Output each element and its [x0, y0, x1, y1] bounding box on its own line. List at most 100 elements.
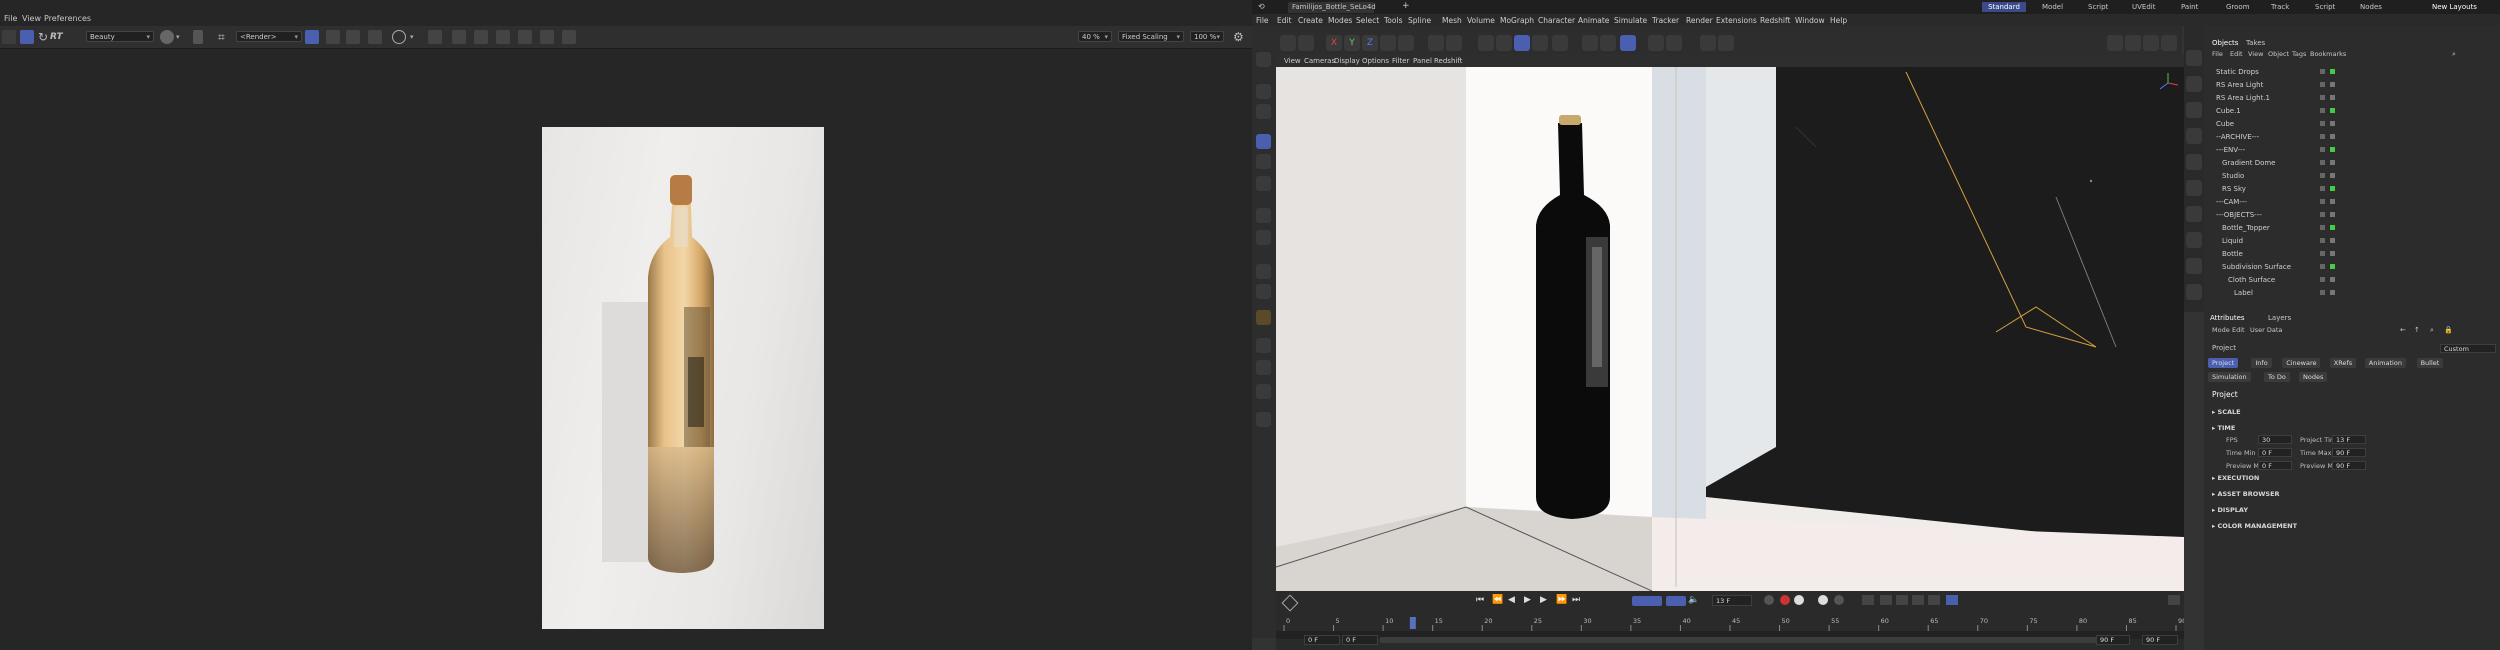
object-row[interactable]: ---OBJECTS---: [2204, 209, 2500, 221]
prev-key-icon[interactable]: ⏪: [1492, 595, 1503, 605]
compare-icon[interactable]: [518, 30, 532, 44]
undo-icon[interactable]: [1280, 35, 1296, 51]
field-value[interactable]: 90 F: [2332, 448, 2366, 457]
cloner-icon[interactable]: [2186, 154, 2202, 170]
attr-menu-item[interactable]: Edit: [2232, 326, 2245, 334]
layout-paint[interactable]: Paint: [2181, 3, 2198, 11]
lock-icon[interactable]: 🔒: [2444, 326, 2453, 334]
timeline-icon[interactable]: [2168, 595, 2180, 605]
select-icon[interactable]: [1256, 84, 1271, 99]
om-menu-item[interactable]: File: [2212, 50, 2223, 58]
menu-item[interactable]: Animate: [1578, 16, 1609, 25]
attr-tab-pill[interactable]: To Do: [2264, 372, 2290, 382]
zoom2-field[interactable]: 100 % ▾: [1190, 31, 1224, 42]
object-row[interactable]: --ARCHIVE---: [2204, 131, 2500, 143]
attr-tab-pill[interactable]: Nodes: [2299, 372, 2328, 382]
cube-icon[interactable]: [1398, 35, 1414, 51]
object-row[interactable]: Label: [2204, 287, 2500, 299]
viewport-menu-item[interactable]: Panel: [1413, 57, 1432, 65]
back-arrow-icon[interactable]: ←: [2400, 326, 2406, 334]
layout-track[interactable]: Track: [2271, 3, 2289, 11]
coord-icon[interactable]: [1380, 35, 1396, 51]
circle-icon[interactable]: [392, 30, 406, 44]
menu-item[interactable]: Edit: [1277, 16, 1292, 25]
object-row[interactable]: Cloth Surface: [2204, 274, 2500, 286]
viewport-menu-item[interactable]: Display: [1334, 57, 1360, 65]
field-value[interactable]: 90 F: [2332, 461, 2366, 470]
search-icon[interactable]: ⌕: [2430, 326, 2434, 335]
field-value[interactable]: 0 F: [2258, 461, 2292, 470]
scale-key-icon[interactable]: [1896, 595, 1908, 605]
snowflake-icon[interactable]: [346, 30, 360, 44]
preview-start-field[interactable]: 0 F: [1342, 635, 1378, 645]
axis-x-icon[interactable]: X: [1326, 35, 1342, 51]
preview-range-toggle[interactable]: [1666, 596, 1686, 606]
enable-check[interactable]: [2330, 160, 2335, 165]
enable-check[interactable]: [2330, 147, 2335, 152]
viewport[interactable]: [1276, 67, 2184, 591]
tab-layers[interactable]: Layers: [2268, 314, 2291, 322]
playhead[interactable]: [1409, 617, 1416, 629]
visibility-dot[interactable]: [2320, 251, 2325, 256]
record-key-icon[interactable]: [1764, 595, 1774, 605]
tab-attributes[interactable]: Attributes: [2210, 314, 2245, 322]
menu-item[interactable]: Mesh: [1442, 16, 1462, 25]
snowflake-region-icon[interactable]: [368, 30, 382, 44]
grid-snap-icon[interactable]: [1620, 35, 1636, 51]
scale-icon[interactable]: [1256, 176, 1271, 191]
om-menu-item[interactable]: Tags: [2292, 50, 2306, 58]
section-header[interactable]: ▸ TIME: [2212, 424, 2235, 432]
new-layouts-button[interactable]: New Layouts: [2432, 3, 2477, 11]
object-row[interactable]: Cube: [2204, 118, 2500, 130]
field-value[interactable]: 0 F: [2258, 448, 2292, 457]
menu-item[interactable]: Tools: [1384, 16, 1402, 25]
field-value[interactable]: 30: [2258, 435, 2292, 444]
magnet-icon[interactable]: [1256, 384, 1271, 399]
attr-menu-item[interactable]: User Data: [2250, 326, 2282, 334]
visibility-dot[interactable]: [2320, 69, 2325, 74]
viewport-menu-item[interactable]: Cameras: [1304, 57, 1335, 65]
object-row[interactable]: Gradient Dome: [2204, 157, 2500, 169]
object-row[interactable]: Bottle_Topper: [2204, 222, 2500, 234]
object-row[interactable]: ---CAM---: [2204, 196, 2500, 208]
menu-item[interactable]: Modes: [1328, 16, 1352, 25]
next-key-icon[interactable]: ⏩: [1556, 595, 1567, 605]
field-icon[interactable]: [2186, 206, 2202, 222]
rs-icon[interactable]: [1700, 35, 1716, 51]
enable-check[interactable]: [2330, 212, 2335, 217]
attr-tab-pill[interactable]: Simulation: [2208, 372, 2251, 382]
attr-tab-pill[interactable]: Project: [2208, 358, 2239, 368]
goto-end-icon[interactable]: ⏭: [1572, 595, 1580, 605]
timeline-ruler[interactable]: 0 5 10 15 20 25 30 35 40 45 50 55 60 65 70 75 80 85 90: [1276, 615, 2184, 631]
deformer-icon[interactable]: [2186, 180, 2202, 196]
viewport-menu-item[interactable]: Redshift: [1434, 57, 1462, 65]
menu-item[interactable]: Redshift: [1760, 16, 1790, 25]
attr-tab-pill[interactable]: Info: [2251, 358, 2272, 368]
enable-check[interactable]: [2330, 69, 2335, 74]
transform-icon[interactable]: [1256, 208, 1271, 223]
brush-icon[interactable]: [1256, 338, 1271, 353]
menu-item[interactable]: Extensions: [1716, 16, 1757, 25]
om-menu-item[interactable]: Edit: [2230, 50, 2243, 58]
visibility-dot[interactable]: [2320, 277, 2325, 282]
menu-item[interactable]: Select: [1356, 16, 1379, 25]
axis-icon[interactable]: [1256, 230, 1271, 245]
camera-icon[interactable]: [2186, 258, 2202, 274]
menu-file[interactable]: File: [4, 14, 17, 23]
enable-check[interactable]: [2330, 277, 2335, 282]
gear-icon[interactable]: ⚙: [1233, 30, 1247, 44]
new-tab-button[interactable]: +: [1402, 1, 1410, 11]
layout-standard[interactable]: Standard: [1982, 2, 2026, 12]
object-row[interactable]: Cube.1: [2204, 105, 2500, 117]
visibility-dot[interactable]: [2320, 199, 2325, 204]
render-active-icon[interactable]: [2143, 35, 2159, 51]
extrude-icon[interactable]: [1256, 284, 1271, 299]
render-settings-icon[interactable]: [2125, 35, 2141, 51]
play-icon[interactable]: ▶: [1524, 595, 1531, 605]
scaling-dropdown[interactable]: Fixed Scaling ▾: [1118, 31, 1184, 42]
visibility-dot[interactable]: [2320, 186, 2325, 191]
menu-item[interactable]: Character: [1538, 16, 1575, 25]
object-row[interactable]: RS Sky: [2204, 183, 2500, 195]
layout-nodes[interactable]: Nodes: [2360, 3, 2382, 11]
up-arrow-icon[interactable]: ↑: [2414, 326, 2420, 334]
